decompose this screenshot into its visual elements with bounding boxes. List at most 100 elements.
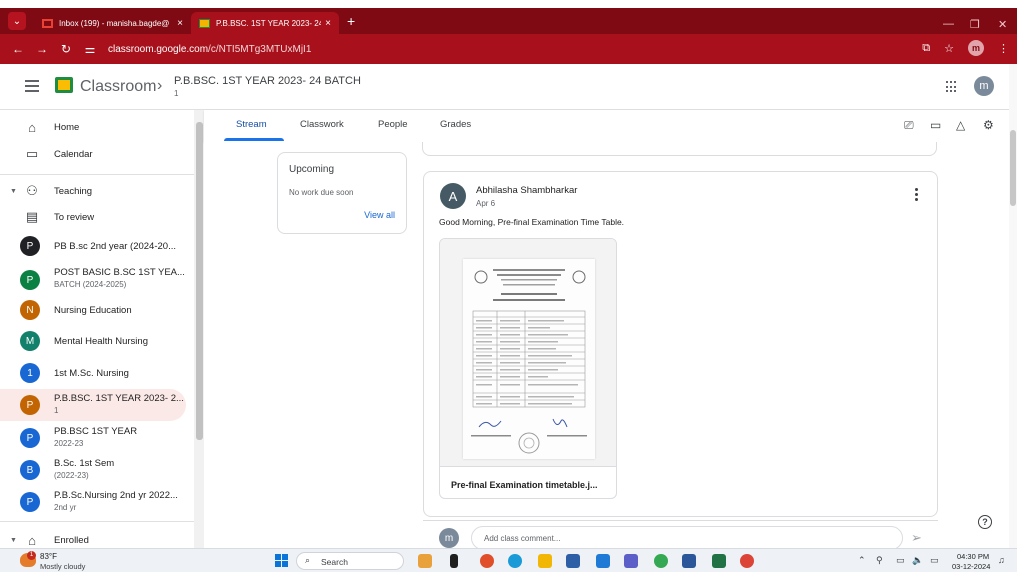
close-icon[interactable]: × bbox=[325, 18, 331, 29]
course-avatar: P bbox=[20, 395, 40, 415]
tab-classroom[interactable]: P.B.BSC. 1ST YEAR 2023- 24 BA × bbox=[191, 12, 339, 34]
taskbar-date[interactable]: 03-12-2024 bbox=[952, 562, 990, 571]
volume-icon[interactable]: 🔈 bbox=[912, 555, 923, 566]
help-icon[interactable]: ? bbox=[978, 515, 992, 529]
account-avatar[interactable]: m bbox=[974, 76, 994, 96]
settings-gear-icon[interactable]: ⚙ bbox=[983, 118, 994, 132]
send-icon[interactable]: ➢ bbox=[911, 530, 922, 546]
course-avatar: M bbox=[20, 331, 40, 351]
view-all-link[interactable]: View all bbox=[364, 210, 395, 220]
sidebar-item-calendar[interactable]: ▭ Calendar bbox=[0, 139, 186, 169]
drive-folder-icon[interactable]: △ bbox=[956, 118, 965, 132]
sidebar-course-item[interactable]: N Nursing Education bbox=[0, 295, 186, 325]
tab-search-icon[interactable]: ⌄ bbox=[8, 12, 26, 30]
close-icon[interactable]: × bbox=[177, 18, 183, 29]
sidebar-course-item[interactable]: 1 1st M.Sc. Nursing bbox=[0, 358, 186, 388]
excel-icon[interactable] bbox=[712, 554, 726, 568]
display-icon[interactable]: ▭ bbox=[896, 555, 905, 566]
chevron-up-icon[interactable]: ⌃ bbox=[858, 555, 866, 566]
tab-gmail[interactable]: Inbox (199) - manisha.bagde@ × bbox=[34, 12, 191, 34]
sidebar-item-home[interactable]: ⌂ Home bbox=[0, 112, 186, 142]
sidebar-course-item[interactable]: P POST BASIC B.SC 1ST YEA... BATCH (2024… bbox=[0, 263, 186, 297]
reload-icon[interactable]: ↻ bbox=[54, 42, 78, 56]
taskbar-time[interactable]: 04:30 PM bbox=[957, 552, 989, 561]
url-field[interactable]: classroom.google.com/c/NTI5MTg3MTUxMjI1 bbox=[108, 44, 311, 55]
tab-stream[interactable]: Stream bbox=[236, 119, 267, 130]
google-apps-icon[interactable] bbox=[946, 81, 958, 93]
more-options-icon[interactable] bbox=[915, 188, 919, 203]
page-scrollbar-thumb[interactable] bbox=[1010, 130, 1016, 206]
tab-people[interactable]: People bbox=[378, 119, 408, 130]
new-tab-button[interactable]: + bbox=[347, 13, 355, 29]
search-icon: ⌕ bbox=[305, 555, 311, 565]
tab-classwork[interactable]: Classwork bbox=[300, 119, 344, 130]
back-icon[interactable]: ← bbox=[6, 42, 30, 56]
window-close-icon[interactable]: ✕ bbox=[998, 18, 1007, 31]
video-call-icon[interactable]: ⎚ bbox=[904, 118, 914, 133]
task-view-icon[interactable] bbox=[450, 554, 458, 568]
course-name: Nursing Education bbox=[54, 304, 132, 316]
main-menu-icon[interactable] bbox=[25, 80, 39, 95]
edge-icon[interactable] bbox=[508, 554, 522, 568]
course-name: POST BASIC B.SC 1ST YEA... bbox=[54, 267, 185, 278]
sidebar-item-label: Home bbox=[54, 121, 80, 133]
course-name: 1st M.Sc. Nursing bbox=[54, 367, 129, 379]
word-icon[interactable] bbox=[682, 554, 696, 568]
to-review-icon: ▤ bbox=[25, 209, 39, 224]
sidebar-course-item-active[interactable]: P P.B.BSC. 1ST YEAR 2023- 2... 1 bbox=[0, 389, 186, 421]
app-icon[interactable] bbox=[418, 554, 432, 568]
app-icon[interactable] bbox=[480, 554, 494, 568]
divider bbox=[0, 174, 194, 175]
post-author: Abhilasha Shambharkar bbox=[476, 185, 578, 196]
browser-profile-avatar[interactable]: m bbox=[968, 40, 984, 56]
course-subtitle: 2nd yr bbox=[54, 503, 77, 512]
sidebar-course-item[interactable]: P P.B.Sc.Nursing 2nd yr 2022... 2nd yr bbox=[0, 486, 186, 518]
course-name: B.Sc. 1st Sem bbox=[54, 458, 115, 469]
sidebar-course-item[interactable]: M Mental Health Nursing bbox=[0, 326, 186, 356]
notifications-bell-icon[interactable]: ♫ bbox=[998, 555, 1005, 565]
forward-icon[interactable]: → bbox=[30, 42, 54, 56]
windows-start-icon[interactable] bbox=[275, 554, 288, 567]
commenter-avatar: m bbox=[439, 528, 459, 548]
classroom-logo[interactable] bbox=[55, 77, 73, 93]
battery-icon[interactable]: ▭ bbox=[930, 555, 939, 566]
network-icon[interactable]: ⚲ bbox=[876, 555, 883, 566]
store-icon[interactable] bbox=[566, 554, 580, 568]
minimize-icon[interactable]: — bbox=[943, 18, 954, 30]
class-comment-input[interactable]: Add class comment... bbox=[471, 526, 903, 548]
calendar-icon[interactable]: ▭ bbox=[930, 118, 941, 132]
upcoming-body: No work due soon bbox=[289, 188, 354, 197]
browser-menu-icon[interactable]: ⋮ bbox=[998, 42, 1009, 55]
site-info-icon[interactable]: ⚌ bbox=[78, 42, 102, 56]
taskbar-search[interactable]: ⌕ Search bbox=[296, 552, 404, 570]
attachment-file-name[interactable]: Pre-final Examination timetable.j... bbox=[451, 480, 598, 490]
search-label: Search bbox=[321, 557, 348, 567]
attachment-card[interactable]: Pre-final Examination timetable.j... bbox=[439, 238, 617, 499]
url-path: /c/NTI5MTg3MTUxMjI1 bbox=[208, 43, 312, 55]
sidebar-item-to-review[interactable]: ▤ To review bbox=[0, 202, 186, 232]
maximize-icon[interactable]: ❐ bbox=[970, 18, 980, 31]
mail-icon[interactable] bbox=[596, 554, 610, 568]
sidebar-scrollbar-thumb[interactable] bbox=[196, 122, 203, 440]
course-subtitle: BATCH (2024-2025) bbox=[54, 280, 127, 289]
tab-grades[interactable]: Grades bbox=[440, 119, 471, 130]
sidebar-course-item[interactable]: P PB.BSC 1ST YEAR 2022-23 bbox=[0, 422, 186, 454]
course-avatar: 1 bbox=[20, 363, 40, 383]
post-message: Good Morning, Pre-final Examination Time… bbox=[439, 217, 625, 227]
app-name[interactable]: Classroom bbox=[80, 78, 156, 96]
sidebar-course-item[interactable]: P PB B.sc 2nd year (2024-20... bbox=[0, 231, 186, 261]
course-section: 1 bbox=[174, 89, 179, 98]
weather-icon[interactable] bbox=[20, 551, 36, 567]
timetable-document-image bbox=[463, 259, 595, 459]
top-strip bbox=[0, 0, 1017, 8]
course-title[interactable]: P.B.BSC. 1ST YEAR 2023- 24 BATCH bbox=[174, 75, 361, 87]
file-explorer-icon[interactable] bbox=[538, 554, 552, 568]
sidebar-course-item[interactable]: B B.Sc. 1st Sem (2022-23) bbox=[0, 454, 186, 486]
teams-icon[interactable] bbox=[624, 554, 638, 568]
sidebar-item-enrolled[interactable]: ▼ ⌂ Enrolled bbox=[0, 525, 186, 548]
weather-temperature: 83°F bbox=[40, 552, 57, 561]
chrome-icon[interactable] bbox=[654, 554, 668, 568]
chrome-profile-icon[interactable] bbox=[740, 554, 754, 568]
bookmark-star-icon[interactable]: ☆ bbox=[944, 42, 954, 55]
install-icon[interactable]: ⧉ bbox=[922, 42, 930, 55]
